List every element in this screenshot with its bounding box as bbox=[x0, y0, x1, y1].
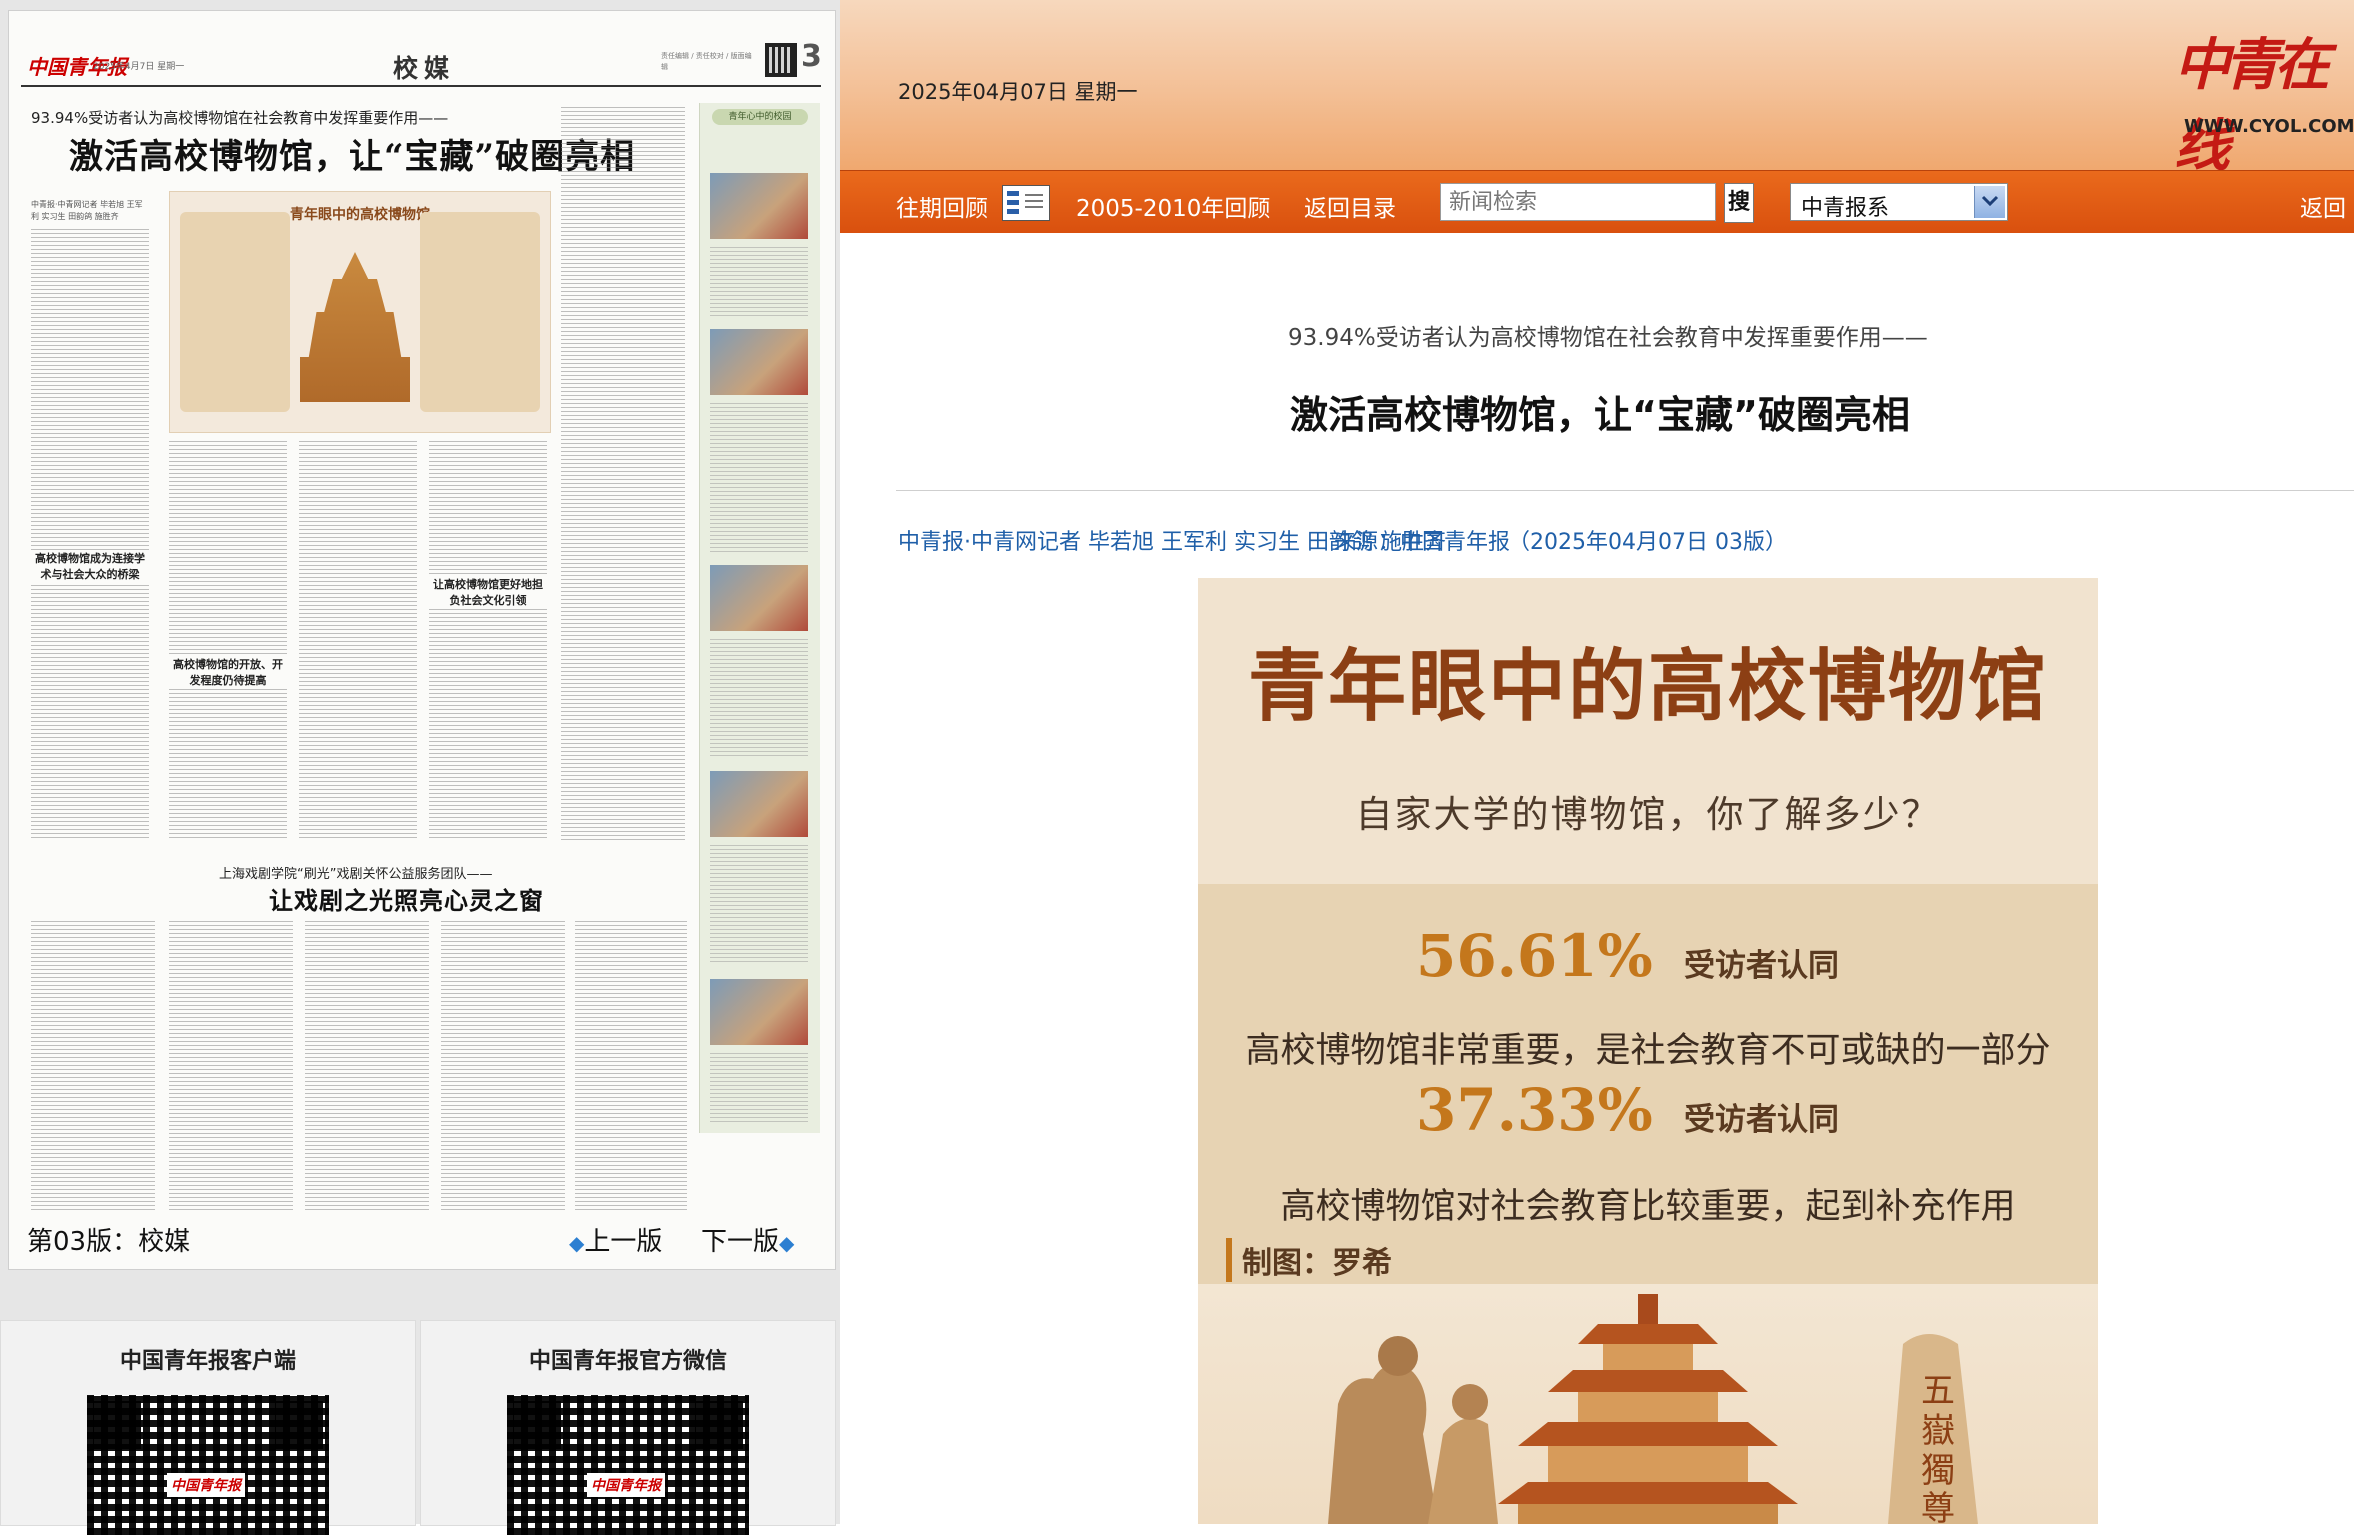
nav-back-to-index[interactable]: 返回目录 bbox=[1304, 189, 1396, 223]
nav-bar: 往期回顾 2005-2010年回顾 返回目录 搜 中青报系 返回 bbox=[840, 170, 2354, 233]
sidebar-photo bbox=[710, 979, 808, 1045]
page-infographic: 青年眼中的高校博物馆 bbox=[169, 191, 551, 433]
newspaper-page-image[interactable]: 中国青年报 2025年4月7日 星期一 校媒 责任编辑 / 责任校对 / 版面编… bbox=[8, 10, 836, 1270]
stat-description: 高校博物馆对社会教育比较重要，起到补充作用 bbox=[1280, 1187, 2016, 1227]
page-number: 3 bbox=[801, 39, 822, 74]
page-article-headline[interactable]: 激活高校博物馆，让“宝藏”破圈亮相 bbox=[69, 129, 635, 178]
site-url[interactable]: WWW.CYOL.COM bbox=[2184, 116, 2354, 137]
calendar-list-icon[interactable] bbox=[1002, 185, 1050, 221]
stele-char: 獨 bbox=[1921, 1451, 1955, 1491]
pagoda-scene-icon: 五 嶽 獨 尊 bbox=[1328, 1294, 1978, 1524]
masthead-editors: 责任编辑 / 责任校对 / 版面编辑 bbox=[661, 52, 752, 71]
page-footer: 第03版：校媒 ◆上一版 下一版◆ bbox=[17, 1213, 817, 1257]
client-qr-block: 中国青年报客户端 bbox=[0, 1320, 416, 1535]
prev-page-label: 上一版 bbox=[584, 1227, 663, 1257]
second-article-headline[interactable]: 让戏剧之光照亮心灵之窗 bbox=[269, 881, 544, 916]
article-panel: 2025年04月07日 星期一 中青在线 WWW.CYOL.COM 往期回顾 2… bbox=[840, 0, 2354, 1524]
body-column bbox=[429, 441, 547, 841]
paper-select-value: 中青报系 bbox=[1801, 196, 1890, 221]
sidebar-text bbox=[710, 1053, 808, 1123]
qr-code-icon bbox=[87, 1395, 329, 1535]
infographic-panel bbox=[420, 212, 540, 412]
illustration-art: 五 嶽 獨 尊 bbox=[1198, 1284, 2098, 1524]
qr-title: 中国青年报客户端 bbox=[119, 1349, 296, 1374]
stele-char: 五 bbox=[1921, 1371, 1955, 1411]
arrow-left-icon: ◆ bbox=[569, 1231, 585, 1255]
column-subhead: 高校博物馆成为连接学术与社会大众的桥梁 bbox=[31, 551, 149, 583]
next-page-link[interactable]: 下一版◆ bbox=[701, 1221, 794, 1258]
sidebar-text bbox=[710, 845, 808, 965]
chevron-down-icon[interactable] bbox=[1974, 186, 2005, 218]
second-article-kicker[interactable]: 上海戏剧学院“刷光”戏剧关怀公益服务团队—— bbox=[219, 863, 492, 882]
infographic-panel bbox=[180, 212, 290, 412]
stele-char: 嶽 bbox=[1921, 1411, 1955, 1451]
qr-title: 中国青年报官方微信 bbox=[528, 1349, 727, 1374]
page-article-kicker[interactable]: 93.94%受访者认为高校博物馆在社会教育中发挥重要作用—— bbox=[31, 107, 448, 128]
article-source: 来源：中国青年报 bbox=[1334, 530, 1511, 555]
sidebar-text bbox=[710, 247, 808, 317]
header-date: 2025年04月07日 星期一 bbox=[898, 80, 1138, 104]
nav-past-review[interactable]: 往期回顾 bbox=[896, 189, 988, 223]
stat-label: 受访者认同 bbox=[1684, 948, 1839, 984]
page-sidebar: 青年心中的校园 bbox=[699, 103, 820, 1133]
infographic-subtitle: 自家大学的博物馆，你了解多少？ bbox=[1355, 793, 1941, 836]
article-date-page: （2025年04月07日 03版） bbox=[1508, 530, 1787, 555]
site-header: 2025年04月07日 星期一 中青在线 WWW.CYOL.COM bbox=[840, 0, 2354, 179]
nav-archive-2005-2010[interactable]: 2005-2010年回顾 bbox=[1076, 189, 1270, 223]
newspaper-panel: 中国青年报 2025年4月7日 星期一 校媒 责任编辑 / 责任校对 / 版面编… bbox=[0, 0, 840, 1535]
qr-code-icon bbox=[507, 1395, 749, 1535]
search-button[interactable]: 搜 bbox=[1724, 183, 1754, 223]
body-column bbox=[305, 921, 429, 1211]
page-article-byline: 中青报·中青网记者 毕若旭 王军利 实习生 田韵鸽 施胜齐 bbox=[31, 200, 143, 221]
wechat-qr-block: 中国青年报官方微信 bbox=[420, 1320, 836, 1535]
body-column bbox=[169, 921, 293, 1211]
section-name: 校媒 bbox=[393, 54, 456, 83]
infographic-credit: 制图：罗希 bbox=[1226, 1238, 1392, 1282]
infographic-title: 青年眼中的高校博物馆 bbox=[1247, 641, 2048, 732]
body-column bbox=[441, 921, 565, 1211]
sidebar-text bbox=[710, 403, 808, 553]
body-column bbox=[299, 441, 417, 841]
nav-back-home[interactable]: 返回 bbox=[2300, 189, 2346, 223]
article-title: 激活高校博物馆，让“宝藏”破圈亮相 bbox=[1290, 393, 1910, 437]
stat-label: 受访者认同 bbox=[1684, 1102, 1839, 1138]
stat-value: 37.33% bbox=[1416, 1076, 1653, 1144]
body-column bbox=[31, 921, 155, 1211]
prev-page-link[interactable]: ◆上一版 bbox=[569, 1221, 662, 1258]
stat-value: 56.61% bbox=[1416, 922, 1653, 990]
sidebar-photo bbox=[710, 771, 808, 837]
stat-description: 高校博物馆非常重要，是社会教育不可或缺的一部分 bbox=[1245, 1031, 2051, 1071]
article-kicker: 93.94%受访者认为高校博物馆在社会教育中发挥重要作用—— bbox=[1288, 325, 1928, 351]
sidebar-text bbox=[710, 639, 808, 759]
next-page-label: 下一版 bbox=[701, 1227, 780, 1257]
current-page-label: 第03版：校媒 bbox=[27, 1227, 191, 1257]
site-logo[interactable]: 中青在线 bbox=[2174, 20, 2354, 182]
body-column bbox=[31, 229, 149, 841]
body-column bbox=[561, 107, 685, 841]
news-search-input[interactable] bbox=[1440, 183, 1716, 221]
stele-char: 尊 bbox=[1921, 1489, 1955, 1524]
paper-select[interactable]: 中青报系 bbox=[1790, 183, 2008, 221]
article-divider bbox=[896, 490, 2354, 491]
body-column bbox=[575, 921, 687, 1211]
article-infographic: 青年眼中的高校博物馆 自家大学的博物馆，你了解多少？ 56.61% 受访者认同 … bbox=[1198, 578, 2098, 1524]
body-column bbox=[169, 441, 287, 841]
sidebar-photo bbox=[710, 329, 808, 395]
column-subhead: 高校博物馆的开放、开发程度仍待提高 bbox=[169, 657, 287, 689]
masthead-date: 2025年4月7日 星期一 bbox=[93, 62, 185, 72]
sidebar-photo bbox=[710, 565, 808, 631]
sidebar-label: 青年心中的校园 bbox=[712, 109, 808, 125]
column-subhead: 让高校博物馆更好地担负社会文化引领 bbox=[429, 577, 547, 609]
stats-panel: 56.61% 受访者认同 高校博物馆非常重要，是社会教育不可或缺的一部分 37.… bbox=[1198, 884, 2098, 1284]
masthead-qr-icon bbox=[765, 43, 797, 77]
page-masthead: 中国青年报 2025年4月7日 星期一 校媒 责任编辑 / 责任校对 / 版面编… bbox=[21, 35, 822, 87]
arrow-right-icon: ◆ bbox=[779, 1231, 795, 1255]
infographic-title: 青年眼中的高校博物馆 bbox=[290, 207, 430, 223]
sidebar-photo bbox=[710, 173, 808, 239]
pagoda-illustration-icon bbox=[300, 252, 410, 402]
